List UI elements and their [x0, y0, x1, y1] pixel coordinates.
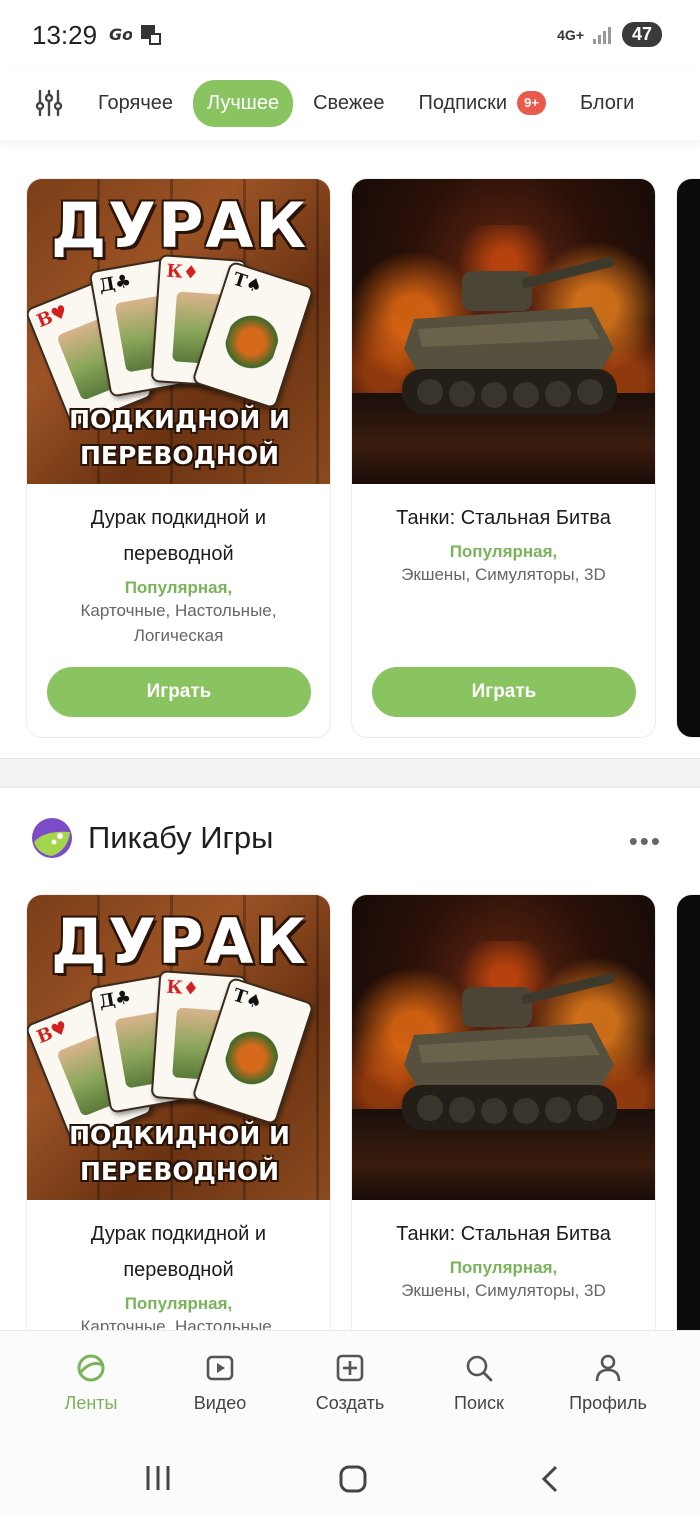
system-nav-bar: [0, 1442, 700, 1517]
cover-title: ДУРАК: [50, 189, 309, 262]
video-icon: [206, 1355, 234, 1381]
status-right: 4G+ 47: [557, 22, 662, 47]
game-tag: Популярная,: [124, 1294, 233, 1313]
more-options-icon[interactable]: •••: [629, 826, 662, 857]
status-notification-icons: Go: [108, 22, 162, 46]
network-label: 4G+: [557, 26, 584, 43]
top-nav: Горячее Лучшее Свежее Подписки 9+ Блоги: [0, 70, 700, 140]
game-tag: Популярная,: [449, 542, 558, 561]
game-card-durak[interactable]: ДУРАК В♥ Д♣ К♦ Т♠ ПОДКИДНОЙ И ПЕРЕВОДНОЙ…: [26, 178, 331, 738]
cover-subtitle: ПЕРЕВОДНОЙ: [79, 1157, 280, 1186]
section-header[interactable]: Пикабу Игры: [30, 816, 273, 860]
game-card-tanks[interactable]: Танки: Стальная Битва Популярная, Экшены…: [351, 894, 656, 1330]
tank-illustration: [402, 257, 617, 414]
feed-tabs: Горячее Лучшее Свежее Подписки 9+ Блоги: [84, 79, 700, 127]
tab-subscriptions[interactable]: Подписки 9+: [404, 79, 559, 127]
game-title: Дурак подкидной и переводной: [90, 507, 267, 565]
nav-video[interactable]: Видео: [165, 1351, 275, 1414]
pikabu-games-logo-icon: [32, 818, 72, 858]
game-cards-row[interactable]: ДУРАК В♥ Д♣ К♦ Т♠ ПОДКИДНОЙ И ПЕРЕВОДНОЙ…: [26, 894, 700, 1330]
game-cover-durak: ДУРАК В♥ Д♣ К♦ Т♠ ПОДКИДНОЙ И ПЕРЕВОДНОЙ: [27, 895, 330, 1200]
tab-best[interactable]: Лучшее: [193, 79, 294, 127]
profile-icon: [595, 1354, 621, 1382]
signal-icon: [593, 26, 611, 44]
tab-label: Подписки: [418, 91, 508, 114]
game-cover-tanks: [352, 179, 655, 484]
game-card-tanks[interactable]: Танки: Стальная Битва Популярная, Экшены…: [351, 178, 656, 738]
nav-feeds[interactable]: Ленты: [36, 1351, 146, 1414]
create-icon: [336, 1354, 364, 1382]
game-cover-tanks: [352, 895, 655, 1200]
nav-search[interactable]: Поиск: [424, 1351, 534, 1414]
game-cards-row[interactable]: ДУРАК В♥ Д♣ К♦ Т♠ ПОДКИДНОЙ И ПЕРЕВОДНОЙ…: [26, 178, 700, 738]
feed[interactable]: ДУРАК В♥ Д♣ К♦ Т♠ ПОДКИДНОЙ И ПЕРЕВОДНОЙ…: [0, 140, 700, 1330]
bottom-nav: Ленты Видео Создать Поиск Профиль: [0, 1330, 700, 1442]
checklist-icon: [141, 25, 161, 45]
search-icon: [466, 1355, 493, 1382]
nav-label: Поиск: [454, 1393, 504, 1413]
play-button[interactable]: Играть: [47, 667, 311, 717]
game-genres: Карточные, Настольные, Логическая: [80, 601, 277, 645]
nav-label: Профиль: [569, 1393, 647, 1413]
nav-label: Ленты: [64, 1393, 118, 1413]
tab-fresh[interactable]: Свежее: [299, 80, 398, 127]
game-genres: Карточные, Настольные, Логическая: [80, 1317, 277, 1330]
nav-label: Видео: [193, 1393, 247, 1413]
game-card-partial[interactable]: [676, 894, 700, 1330]
notification-badge: 9+: [517, 91, 546, 115]
home-icon[interactable]: [338, 1464, 368, 1494]
game-title: Дурак подкидной и переводной: [90, 1223, 267, 1281]
play-button[interactable]: Играть: [372, 667, 636, 717]
battery-indicator: 47: [622, 22, 662, 47]
tab-label: Горячее: [98, 91, 174, 114]
svg-text:Go: Go: [109, 25, 132, 44]
recent-apps-icon[interactable]: [144, 1464, 172, 1492]
go-icon: Go: [109, 25, 132, 44]
nav-label: Создать: [315, 1393, 385, 1413]
game-title: Танки: Стальная Битва: [396, 1223, 611, 1245]
nav-profile[interactable]: Профиль: [553, 1351, 663, 1414]
nav-create[interactable]: Создать: [295, 1351, 405, 1414]
section-title: Пикабу Игры: [88, 820, 274, 855]
tab-label: Лучшее: [207, 91, 280, 114]
cover-title: ДУРАК: [50, 905, 309, 978]
game-tag: Популярная,: [449, 1258, 558, 1277]
tab-label: Свежее: [313, 91, 385, 114]
game-tag: Популярная,: [124, 578, 233, 597]
status-time: 13:29: [32, 20, 98, 50]
tab-hot[interactable]: Горячее: [84, 80, 187, 127]
cover-subtitle: ПОДКИДНОЙ И: [69, 1121, 290, 1150]
filter-icon[interactable]: [34, 88, 64, 118]
tank-illustration: [402, 973, 617, 1130]
feeds-icon: [77, 1354, 105, 1382]
game-card-durak[interactable]: ДУРАК В♥ Д♣ К♦ Т♠ ПОДКИДНОЙ И ПЕРЕВОДНОЙ…: [26, 894, 331, 1330]
game-title: Танки: Стальная Битва: [396, 507, 611, 529]
game-cover-durak: ДУРАК В♥ Д♣ К♦ Т♠ ПОДКИДНОЙ И ПЕРЕВОДНОЙ: [27, 179, 330, 484]
cover-subtitle: ПОДКИДНОЙ И: [69, 405, 290, 434]
status-bar: 13:29 Go 4G+ 47: [0, 0, 700, 70]
tab-blogs[interactable]: Блоги: [566, 80, 648, 127]
game-genres: Экшены, Симуляторы, 3D: [401, 565, 606, 584]
tab-label: Блоги: [579, 91, 635, 114]
game-genres: Экшены, Симуляторы, 3D: [401, 1281, 606, 1300]
game-card-partial[interactable]: [676, 178, 700, 738]
back-icon[interactable]: [538, 1464, 562, 1494]
cover-subtitle: ПЕРЕВОДНОЙ: [79, 441, 280, 470]
section-divider: [0, 758, 700, 788]
